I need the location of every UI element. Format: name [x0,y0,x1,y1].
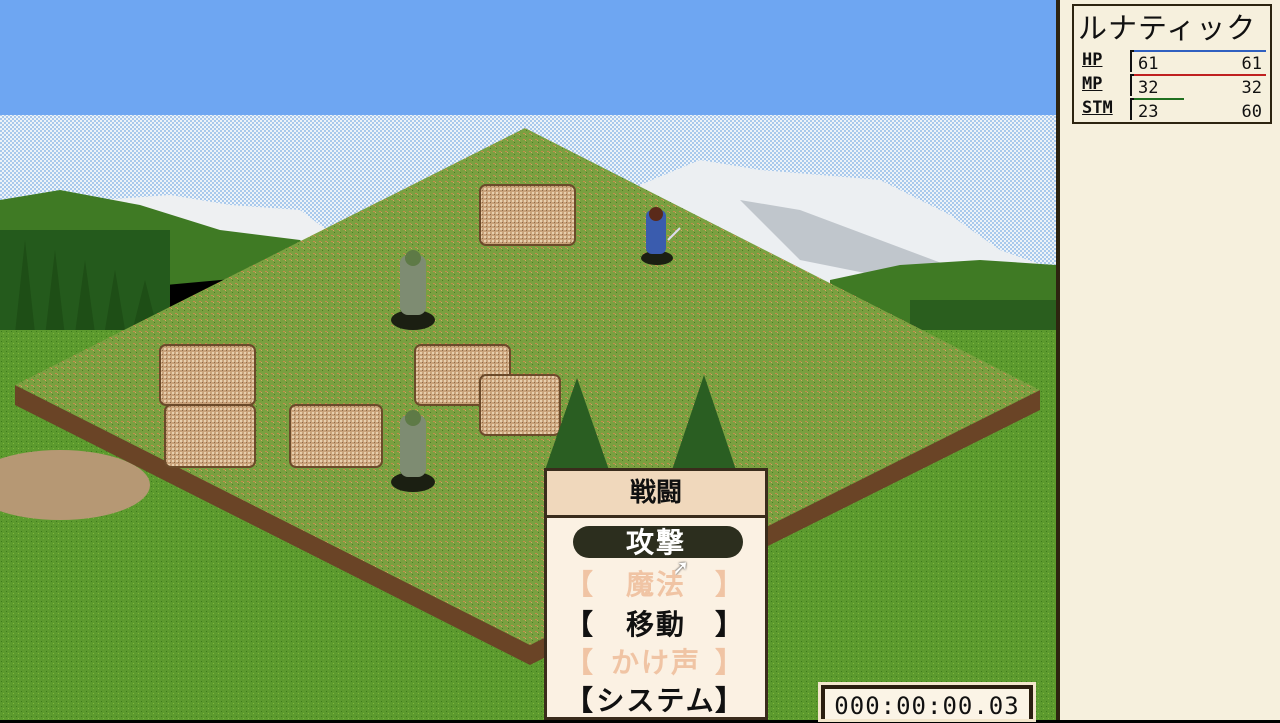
menu-item-magic: 【 魔法 】 [547,566,765,604]
hp-max: 61 [1241,54,1262,74]
hp-bar [1134,50,1266,52]
stm-current: 23 [1138,102,1159,122]
character-status-box: ルナティック HP 61 61 MP 32 32 STM 23 60 [1072,4,1272,124]
status-side-panel: ルナティック HP 61 61 MP 32 32 STM 23 60 [1056,0,1280,720]
mp-bracket [1130,74,1136,96]
sky [0,0,1056,120]
battle-command-menu: 戦闘 攻撃 ➚ 【 魔法 】 【 移動 】 【 かけ声 】 【 システム 】 [544,468,768,720]
hp-bracket [1130,50,1136,72]
mp-bar [1134,74,1266,76]
menu-item-attack[interactable]: 攻撃 ➚ [547,524,765,581]
menu-item-move[interactable]: 【 移動 】 [547,606,765,644]
menu-item-shout: 【 かけ声 】 [547,644,765,682]
stm-bracket [1130,98,1136,120]
play-timer: 000:00:00.03 [818,682,1036,722]
mp-row: MP 32 32 [1078,74,1266,98]
mp-label: MP [1082,74,1103,94]
hp-current: 61 [1138,54,1159,74]
menu-item-attack-label: 攻撃 [625,526,686,559]
hp-row: HP 61 61 [1078,50,1266,74]
character-name: ルナティック [1078,11,1257,45]
play-timer-value: 000:00:00.03 [825,689,1029,720]
mp-current: 32 [1138,78,1159,98]
battlefield-scene[interactable] [0,0,1056,720]
stm-max: 60 [1241,102,1262,122]
mp-max: 32 [1241,78,1262,98]
menu-item-system[interactable]: 【 システム 】 [547,682,765,720]
stm-bar [1134,98,1185,100]
stm-row: STM 23 60 [1078,98,1266,122]
menu-title: 戦闘 [544,468,768,518]
stm-label: STM [1082,98,1113,118]
hp-label: HP [1082,50,1103,70]
menu-body: 攻撃 ➚ 【 魔法 】 【 移動 】 【 かけ声 】 【 システム 】 [544,518,768,720]
